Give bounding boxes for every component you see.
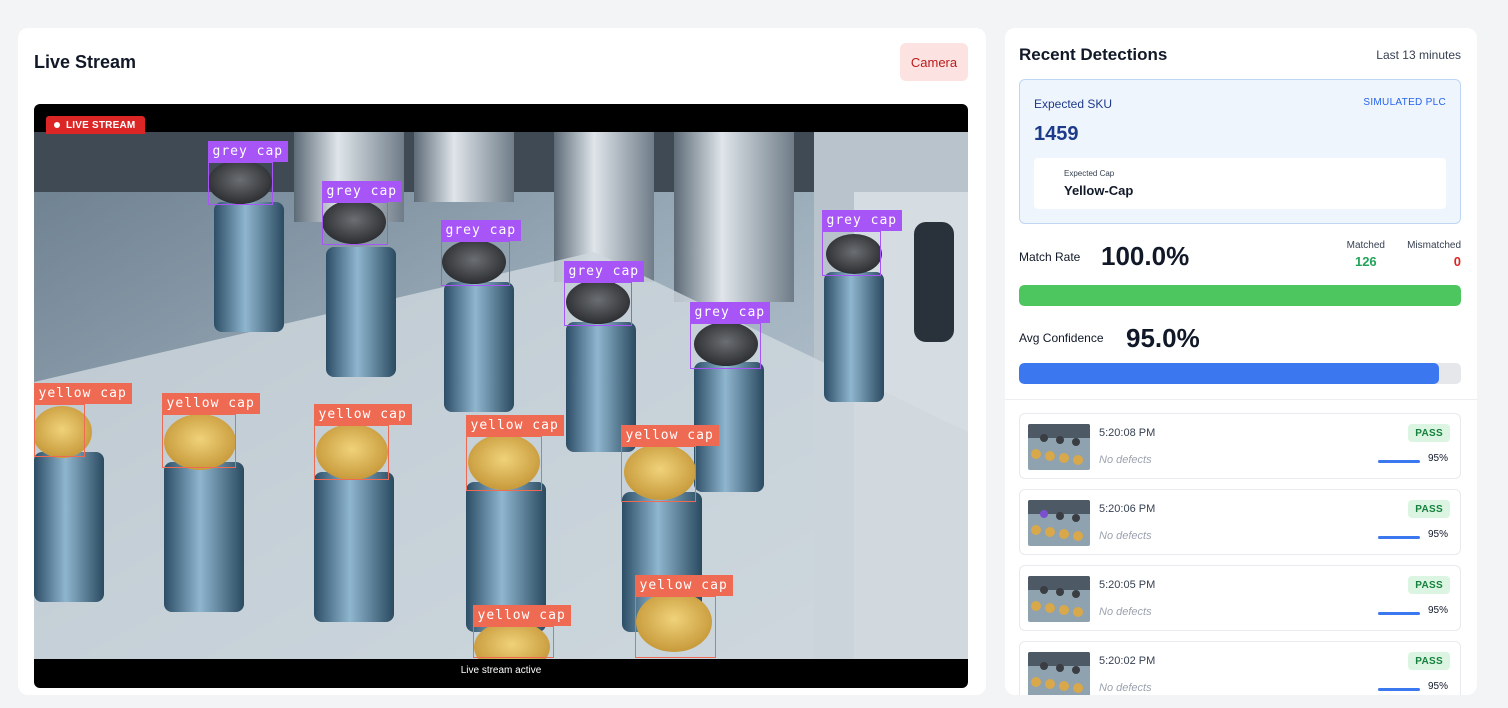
detection-thumbnail [1028,652,1090,695]
detection-label: yellow cap [161,393,260,414]
detection-box: yellow cap [472,605,571,658]
detection-confidence: 95% [1427,453,1448,464]
expected-sku-label: Expected SKU [1034,97,1113,111]
live-dot-icon [54,122,60,128]
page: Live Stream Camera LIVE STREAM grey cap … [0,0,1508,708]
detection-box: yellow cap [465,415,564,491]
pass-badge: PASS [1408,500,1450,518]
detection-box: grey cap [440,220,522,286]
pass-badge: PASS [1408,424,1450,442]
expected-cap-card: Expected Cap Yellow-Cap [1034,158,1446,209]
expected-sku-value: 1459 [1034,123,1079,145]
detection-defects: No defects [1099,454,1152,466]
match-rate-label: Match Rate [1019,250,1081,264]
detection-confidence: 95% [1427,681,1448,692]
detection-thumbnail [1028,500,1090,546]
match-rate-bar-fill [1019,285,1461,306]
avg-confidence-label: Avg Confidence [1019,331,1104,345]
live-stream-badge-label: LIVE STREAM [66,119,136,131]
mismatched-count: 0 [1453,254,1461,269]
divider [1005,399,1477,400]
avg-confidence-bar [1019,363,1461,384]
detection-label: grey cap [207,141,289,162]
live-stream-panel: Live Stream Camera LIVE STREAM grey cap … [18,28,986,695]
detection-confidence: 95% [1427,529,1448,540]
stream-status-text: Live stream active [460,665,542,676]
detection-list: 5:20:08 PM No defects PASS 95% 5:20:06 P… [1019,413,1461,695]
avg-confidence-bar-fill [1019,363,1439,384]
detection-box: yellow cap [34,383,132,457]
avg-confidence-value: 95.0% [1126,323,1200,353]
match-rate-row: Match Rate 100.0% Matched 126 Mismatched… [1019,238,1461,278]
detection-label: yellow cap [634,575,733,596]
detection-defects: No defects [1099,606,1152,618]
detection-box: yellow cap [161,393,260,468]
detection-box: grey cap [321,181,403,245]
detection-label: grey cap [821,210,903,231]
matched-stat: Matched 126 [1347,240,1385,269]
expected-cap-value: Yellow-Cap [1064,183,1134,198]
time-range-label: Last 13 minutes [1376,48,1461,62]
detection-confidence: 95% [1427,605,1448,616]
detection-thumbnail [1028,424,1090,470]
detection-time: 5:20:08 PM [1099,427,1156,439]
detection-thumbnail [1028,576,1090,622]
detection-label: grey cap [321,181,403,202]
detection-box: yellow cap [634,575,733,658]
detection-item[interactable]: 5:20:02 PM No defects PASS 95% [1019,641,1461,695]
confidence-mini-bar [1378,536,1420,539]
pass-badge: PASS [1408,652,1450,670]
confidence-mini-bar [1378,688,1420,691]
detection-item[interactable]: 5:20:08 PM No defects PASS 95% [1019,413,1461,479]
expected-sku-card: Expected SKU SIMULATED PLC 1459 Expected… [1019,79,1461,224]
detection-box: grey cap [689,302,771,369]
detection-box: grey cap [207,141,289,205]
confidence-mini-bar [1378,612,1420,615]
detection-label: yellow cap [620,425,719,446]
detection-label: yellow cap [472,605,571,626]
detection-time: 5:20:06 PM [1099,503,1156,515]
detection-label: yellow cap [34,383,132,404]
detection-box: yellow cap [313,404,412,480]
detection-defects: No defects [1099,682,1152,694]
detection-defects: No defects [1099,530,1152,542]
detection-label: grey cap [563,261,645,282]
detection-box: grey cap [821,210,903,276]
detection-box: grey cap [563,261,645,326]
live-stream-title: Live Stream [34,52,137,72]
plc-source-label: SIMULATED PLC [1363,97,1446,108]
confidence-mini-bar [1378,460,1420,463]
pass-badge: PASS [1408,576,1450,594]
match-rate-bar [1019,285,1461,306]
mismatched-label: Mismatched [1407,240,1461,251]
matched-label: Matched [1346,240,1385,251]
avg-confidence-row: Avg Confidence 95.0% [1019,323,1461,353]
detection-label: yellow cap [313,404,412,425]
mismatched-stat: Mismatched 0 [1407,240,1461,269]
recent-detections-title: Recent Detections [1019,45,1168,64]
detection-box: yellow cap [620,425,719,502]
detection-label: grey cap [440,220,522,241]
detection-item[interactable]: 5:20:06 PM No defects PASS 95% [1019,489,1461,555]
camera-button[interactable]: Camera [900,43,968,81]
live-stream-badge: LIVE STREAM [46,116,146,134]
detection-time: 5:20:02 PM [1099,655,1156,667]
match-rate-value: 100.0% [1101,241,1190,271]
video-stream: LIVE STREAM grey cap grey cap grey cap g… [34,104,968,688]
detection-label: grey cap [689,302,771,323]
detection-label: yellow cap [465,415,564,436]
recent-detections-panel: Recent Detections Last 13 minutes Expect… [1005,28,1477,695]
detection-time: 5:20:05 PM [1099,579,1156,591]
expected-cap-label: Expected Cap [1064,169,1115,178]
detection-item[interactable]: 5:20:05 PM No defects PASS 95% [1019,565,1461,631]
matched-count: 126 [1354,254,1377,269]
